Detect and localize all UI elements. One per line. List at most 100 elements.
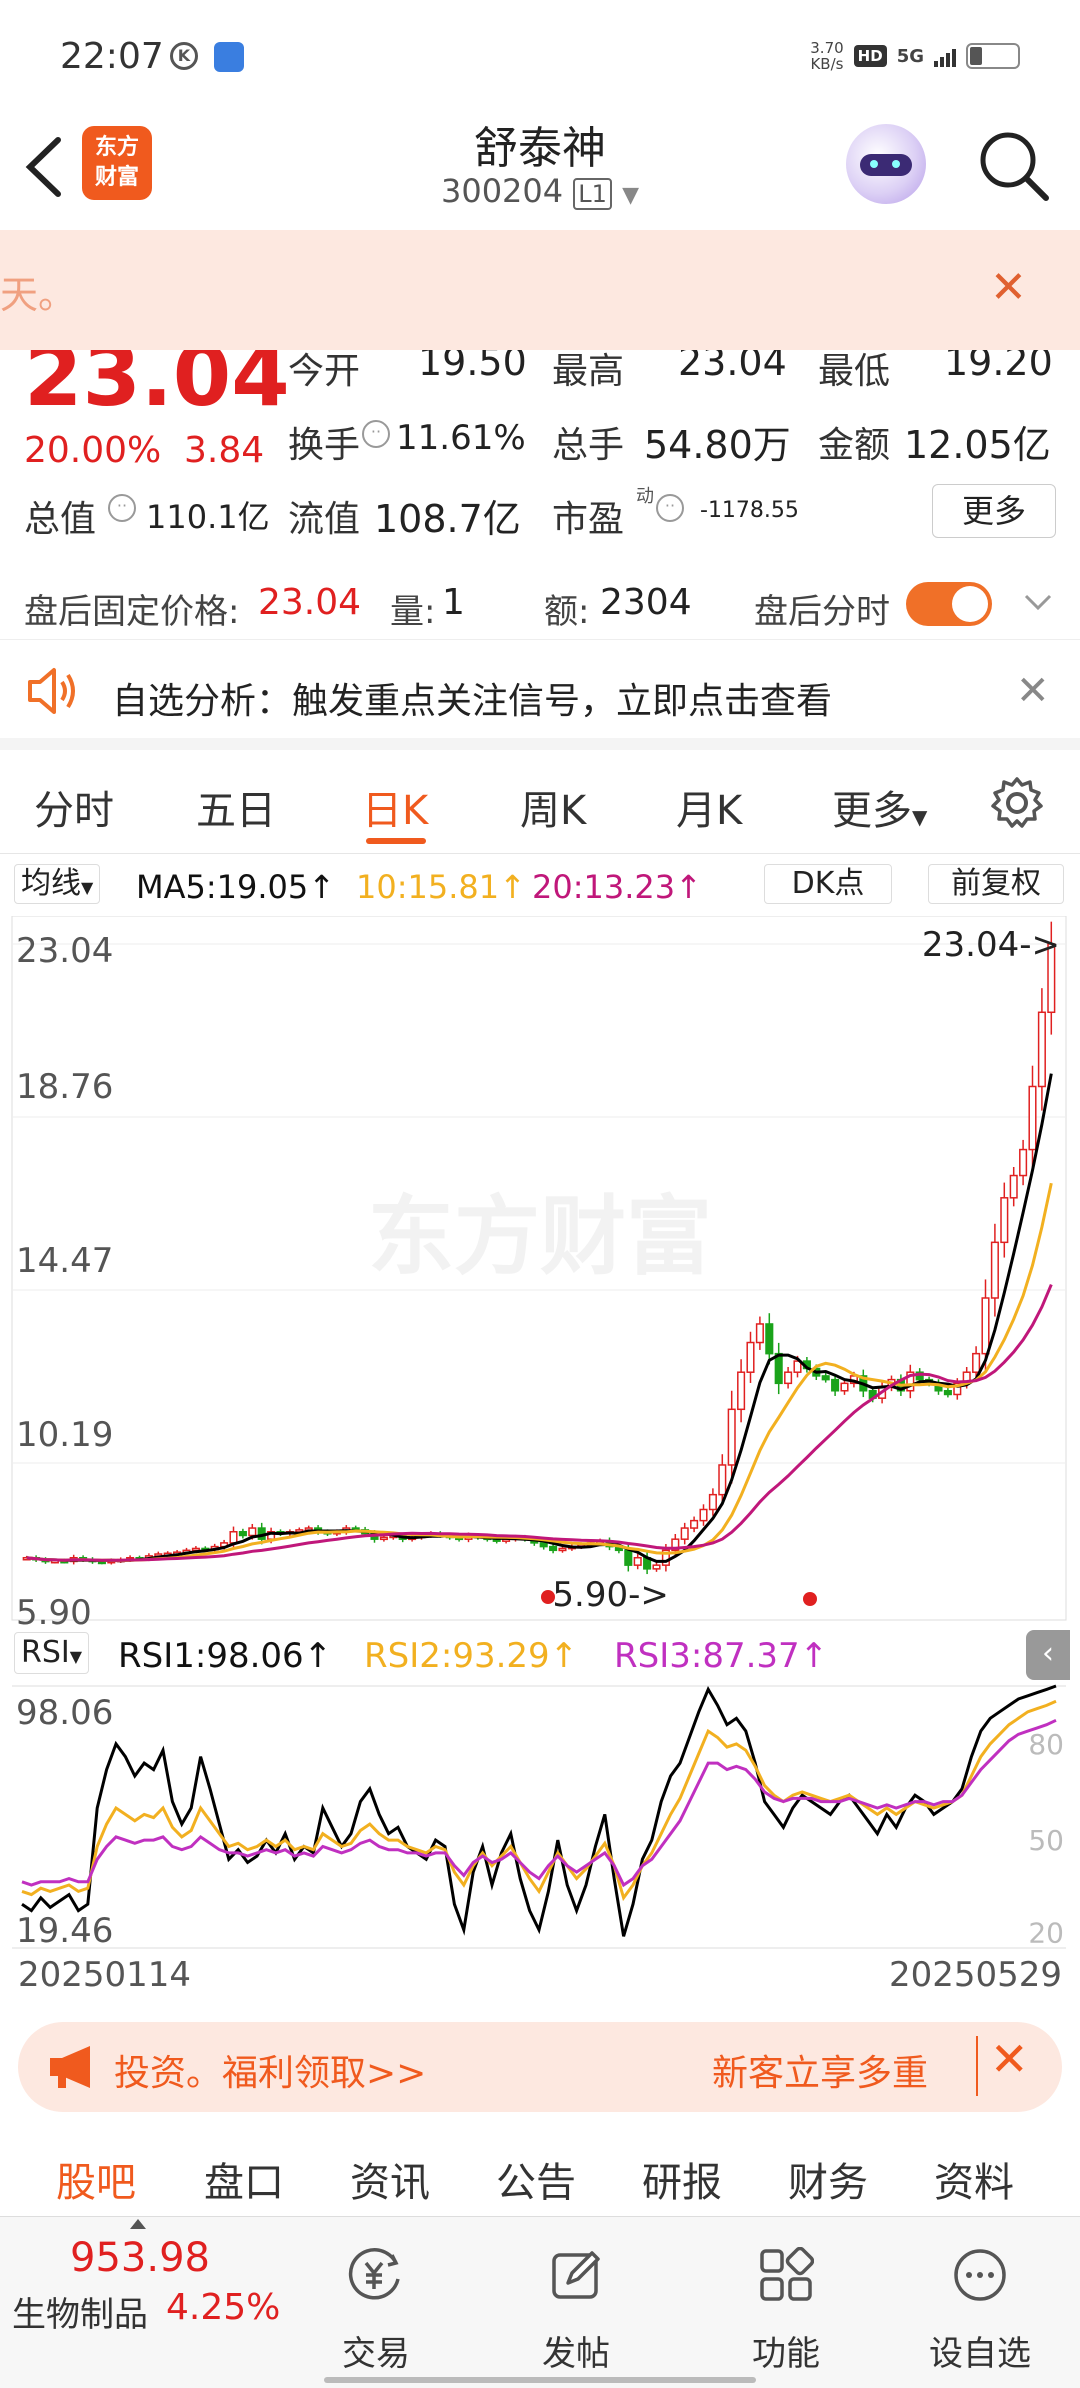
more-dots-icon xyxy=(954,2249,1006,2301)
tab-five-day[interactable]: 五日 xyxy=(196,778,276,836)
candle-body xyxy=(1037,1011,1046,1088)
promo-text-right: 新客立享多重 xyxy=(712,2053,929,2094)
caret-up-icon xyxy=(130,2219,146,2229)
kline-chart[interactable]: 东方财富 23.04 18.76 14.47 10.19 5.90 23.04-> 5.90-… xyxy=(0,916,1080,1996)
adjust-button[interactable]: 前复权 xyxy=(928,864,1064,904)
info-icon[interactable]: ·· xyxy=(656,494,684,522)
tab-announcement[interactable]: 公告 xyxy=(496,2150,576,2208)
add-watchlist-button[interactable]: 设自选 xyxy=(920,2247,1040,2375)
gear-icon[interactable] xyxy=(990,776,1044,834)
ma-selector[interactable]: 均线▼ xyxy=(14,864,101,904)
tab-intraday[interactable]: 分时 xyxy=(34,778,114,836)
promo-banner[interactable]: 投资。福利领取>> 新客立享多重 ✕ xyxy=(18,2022,1062,2112)
after-hours-toggle[interactable] xyxy=(906,582,992,626)
analysis-row[interactable]: 自选分析：触发重点关注信号，立即点击查看 ✕ xyxy=(0,640,1080,750)
tab-research[interactable]: 研报 xyxy=(642,2150,722,2208)
edit-icon xyxy=(552,2251,600,2299)
candle-body xyxy=(784,1371,793,1385)
chevron-down-icon[interactable] xyxy=(1020,584,1056,624)
status-time: 22:07 xyxy=(60,36,164,77)
stock-header: 东方 财富 舒泰神 300204 L1 ▼ xyxy=(0,110,1080,230)
divider xyxy=(976,2036,978,2096)
candle-body xyxy=(774,1352,783,1385)
dk-point-button[interactable]: DK点 xyxy=(764,864,892,904)
change-amount: 3.84 xyxy=(184,430,265,471)
post-button[interactable]: 发帖 xyxy=(526,2247,626,2375)
price-tick-label: 5.90 xyxy=(16,1593,92,1633)
trade-button[interactable]: 交易 xyxy=(326,2247,426,2375)
ma10-text: 10:15.81 xyxy=(356,868,500,906)
candle-body xyxy=(746,1341,755,1373)
speaker-icon xyxy=(26,666,80,720)
info-icon[interactable]: ·· xyxy=(108,494,136,522)
close-icon[interactable]: ✕ xyxy=(990,2032,1029,2086)
tab-news[interactable]: 资讯 xyxy=(350,2150,430,2208)
candle-body xyxy=(1019,1148,1028,1177)
tab-profile[interactable]: 资料 xyxy=(934,2150,1014,2208)
level-badge: L1 xyxy=(573,178,612,210)
candle-body xyxy=(699,1508,708,1522)
tab-finance[interactable]: 财务 xyxy=(788,2150,868,2208)
dk-signal-dot xyxy=(803,1592,817,1606)
more-button[interactable]: 更多 xyxy=(932,484,1056,538)
candle-body xyxy=(633,1556,642,1566)
pe-value: -1178.55 xyxy=(700,498,799,523)
tab-daily-k[interactable]: 日K xyxy=(362,778,428,836)
tab-more[interactable]: 更多▼ xyxy=(832,778,927,836)
float-label: 流值 xyxy=(288,499,361,540)
net-speed-unit: KB/s xyxy=(810,55,844,73)
ma20-line xyxy=(26,1284,1053,1562)
megaphone-icon xyxy=(46,2044,102,2094)
candle-body xyxy=(708,1493,717,1511)
rsi-ref-20: 20 xyxy=(1028,1916,1064,1949)
up-arrow-icon: ↑ xyxy=(675,868,702,906)
tab-weekly-k[interactable]: 周K xyxy=(520,778,586,836)
close-icon[interactable]: ✕ xyxy=(990,262,1027,313)
candle-body xyxy=(981,1297,990,1355)
tab-pankou[interactable]: 盘口 xyxy=(204,2150,284,2208)
robot-assistant-icon[interactable] xyxy=(846,124,926,204)
chart-period-tabs: 分时 五日 日K 周K 月K 更多▼ xyxy=(0,750,1080,854)
chevron-down-icon: ▼ xyxy=(622,183,640,208)
price-tick-label: 18.76 xyxy=(16,1067,113,1107)
candle-body xyxy=(765,1323,774,1355)
candle-body xyxy=(558,1547,567,1552)
amount-label: 金额 xyxy=(818,425,891,466)
info-tabs: 股吧 盘口 资讯 公告 研报 财务 资料 xyxy=(0,2140,1080,2216)
turnover-label: 换手 xyxy=(288,425,361,466)
stock-code: 300204 xyxy=(440,172,564,210)
close-icon[interactable]: ✕ xyxy=(1016,668,1050,714)
after-amt-value: 2304 xyxy=(600,582,692,623)
candle-body xyxy=(821,1375,830,1381)
float-value: 108.7亿 xyxy=(374,497,521,541)
index-name[interactable]: 生物制品 xyxy=(12,2287,148,2336)
candle-body xyxy=(539,1542,548,1548)
volume-value: 54.80万 xyxy=(644,423,791,467)
index-value[interactable]: 953.98 xyxy=(70,2235,210,2281)
function-button[interactable]: 功能 xyxy=(736,2246,836,2375)
grid-icon xyxy=(760,2246,815,2301)
volume-label: 总手 xyxy=(552,425,625,466)
mcap-label: 总值 xyxy=(24,499,97,540)
ma5-value: MA5:19.05↑ xyxy=(136,868,335,906)
ma5-text: MA5:19.05 xyxy=(136,868,309,906)
tab-guba[interactable]: 股吧 xyxy=(56,2150,136,2208)
search-icon[interactable] xyxy=(976,128,1052,208)
index-percent: 4.25% xyxy=(166,2287,281,2328)
candle-body xyxy=(755,1323,764,1344)
caret-down-icon: ▼ xyxy=(912,805,928,829)
price-tick-label: 10.19 xyxy=(16,1415,113,1455)
trade-label: 交易 xyxy=(342,2334,410,2374)
status-bar: 22:07 K 3.70 KB/s HD 5G xyxy=(0,0,1080,110)
network-type: 5G xyxy=(896,45,924,67)
candle-body xyxy=(840,1382,849,1392)
info-icon[interactable]: ·· xyxy=(362,420,390,448)
ma5-line xyxy=(26,1073,1053,1563)
signal-icon xyxy=(934,45,956,67)
candle-body xyxy=(690,1519,699,1529)
add-watchlist-label: 设自选 xyxy=(929,2334,1031,2374)
amount-value: 12.05亿 xyxy=(904,423,1051,467)
tab-monthly-k[interactable]: 月K xyxy=(676,778,742,836)
net-speed: 3.70 KB/s xyxy=(810,40,843,72)
k-app-icon: K xyxy=(170,42,198,70)
